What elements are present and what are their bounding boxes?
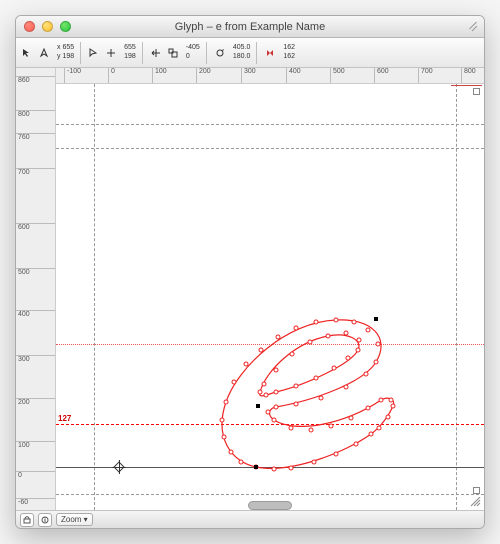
top-red-edge <box>451 85 482 86</box>
transform-tools <box>149 46 180 60</box>
info-icon <box>41 516 49 524</box>
resize-icon[interactable] <box>468 21 478 31</box>
window-controls <box>16 21 71 32</box>
metric-label-127: 127 <box>58 414 71 423</box>
toolbar-separator <box>142 42 143 64</box>
ruler-v-tick: 760 <box>16 133 55 134</box>
toolbar: x 655 y 198 655 198 -405 0 405.0 180.0 <box>16 38 484 68</box>
point-coords: 655 198 <box>124 44 136 61</box>
ruler-v-tick: 200 <box>16 398 55 399</box>
zoom-dropdown[interactable]: Zoom ▾ <box>56 513 93 526</box>
coord-y: y 198 <box>57 53 74 61</box>
coord-x: x 655 <box>57 44 74 52</box>
pen-tool-icon[interactable] <box>37 46 51 60</box>
close-button[interactable] <box>24 21 35 32</box>
cursor-coords: x 655 y 198 <box>57 44 74 61</box>
pointer-tools <box>20 46 51 60</box>
horizontal-ruler[interactable]: -100 0 100 200 300 400 500 600 700 800 <box>56 68 484 84</box>
canvas-corner-handle-br[interactable] <box>473 487 480 494</box>
toolbar-separator <box>80 42 81 64</box>
ruler-v-tick: 400 <box>16 310 55 311</box>
descender-guide[interactable] <box>56 494 484 495</box>
main-area: 860 800 760 700 600 500 400 300 200 100 0 -60 -100 0… <box>16 68 484 510</box>
point-tools <box>87 46 118 60</box>
mirror-icon[interactable] <box>263 46 277 60</box>
arrow-tool-icon[interactable] <box>20 46 34 60</box>
ruler-h-tick: 700 <box>418 68 433 83</box>
lock-button[interactable] <box>20 513 34 527</box>
canvas-corner-handle-tr[interactable] <box>473 88 480 95</box>
angle-a: 405.0 <box>233 44 251 52</box>
ruler-h-tick: 0 <box>108 68 115 83</box>
glyph-outline[interactable] <box>196 302 416 482</box>
ruler-h-tick: 400 <box>286 68 301 83</box>
ruler-v-tick: -60 <box>16 498 55 499</box>
minimize-button[interactable] <box>42 21 53 32</box>
delta-y: 0 <box>186 53 200 61</box>
titlebar: Glyph – e from Example Name <box>16 16 484 38</box>
ruler-v-tick: 300 <box>16 355 55 356</box>
delta-coords: -405 0 <box>186 44 200 61</box>
ruler-h-tick: -100 <box>64 68 81 83</box>
horizontal-scroll-thumb[interactable] <box>248 501 292 510</box>
cap-height-guide[interactable] <box>56 148 484 149</box>
ruler-v-tick: 860 <box>16 76 55 77</box>
point-x: 655 <box>124 44 136 52</box>
window-title: Glyph – e from Example Name <box>16 21 484 33</box>
angle-b: 180.0 <box>233 53 251 61</box>
scale-icon[interactable] <box>166 46 180 60</box>
ruler-h-tick: 100 <box>152 68 167 83</box>
ascender-guide[interactable] <box>56 124 484 125</box>
zoom-label: Zoom ▾ <box>61 515 88 524</box>
scale-x: 162 <box>283 44 295 52</box>
info-button[interactable] <box>38 513 52 527</box>
ruler-v-tick: 100 <box>16 441 55 442</box>
scale-coords: 162 162 <box>283 44 295 61</box>
glyph-editor-window: Glyph – e from Example Name x 655 y 198 … <box>15 15 485 529</box>
ruler-v-tick: 800 <box>16 110 55 111</box>
scale-y: 162 <box>283 53 295 61</box>
direct-select-icon[interactable] <box>87 46 101 60</box>
zoom-button[interactable] <box>60 21 71 32</box>
ruler-h-tick: 500 <box>330 68 345 83</box>
ruler-h-tick: 600 <box>374 68 389 83</box>
point-y: 198 <box>124 53 136 61</box>
glyph-canvas[interactable]: 127 A C A <box>56 84 484 510</box>
ruler-v-tick: 600 <box>16 223 55 224</box>
move-icon[interactable] <box>149 46 163 60</box>
statusbar: Zoom ▾ <box>16 510 484 528</box>
origin-marker[interactable] <box>112 460 126 474</box>
ruler-h-tick: 200 <box>196 68 211 83</box>
add-point-icon[interactable] <box>104 46 118 60</box>
ruler-h-tick: 300 <box>241 68 256 83</box>
vertical-ruler[interactable]: 860 800 760 700 600 500 400 300 200 100 0 -60 <box>16 68 56 510</box>
ruler-h-tick: 800 <box>461 68 476 83</box>
toolbar-separator <box>206 42 207 64</box>
ruler-v-tick: 0 <box>16 471 55 472</box>
delta-x: -405 <box>186 44 200 52</box>
lock-icon <box>23 515 31 524</box>
toolbar-separator <box>256 42 257 64</box>
resize-grip-icon[interactable] <box>471 497 481 507</box>
ruler-v-tick: 500 <box>16 268 55 269</box>
rotate-icon[interactable] <box>213 46 227 60</box>
angle-coords: 405.0 180.0 <box>233 44 251 61</box>
ruler-v-tick: 700 <box>16 168 55 169</box>
